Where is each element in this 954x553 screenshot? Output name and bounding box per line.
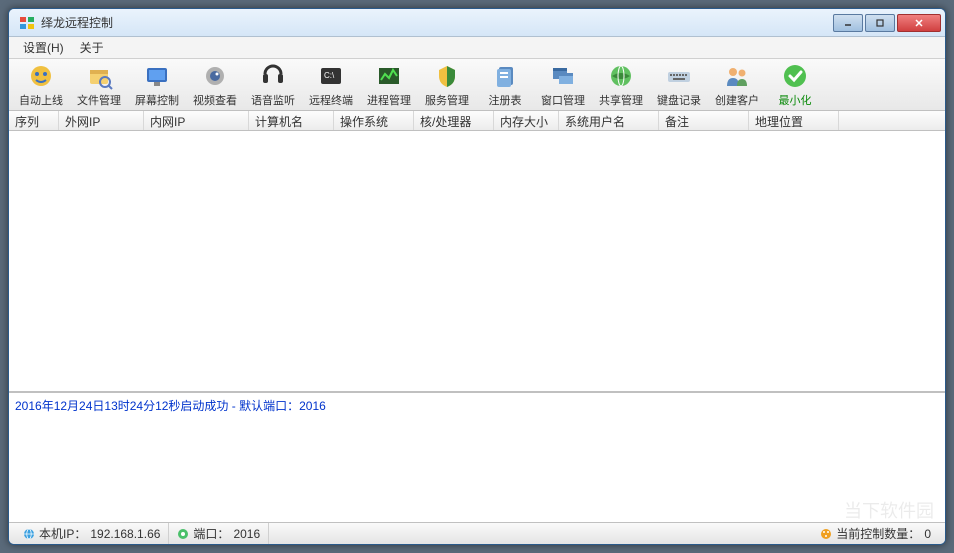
- tool-label: 窗口管理: [541, 92, 585, 108]
- port-value: 2016: [233, 527, 260, 541]
- maximize-button[interactable]: [865, 14, 895, 32]
- tool-minimize-app[interactable]: 最小化: [767, 61, 823, 109]
- tool-label: 进程管理: [367, 92, 411, 108]
- tool-label: 远程终端: [309, 92, 353, 108]
- tool-audio-listen[interactable]: 语音监听: [245, 61, 301, 109]
- status-local-ip: 本机IP： 192.168.1.66: [15, 523, 169, 544]
- window-buttons: [831, 14, 941, 32]
- column-header[interactable]: 备注: [659, 111, 749, 130]
- column-header[interactable]: 序列: [9, 111, 59, 130]
- tool-label: 注册表: [489, 92, 522, 108]
- minimize-app-icon: [781, 62, 809, 90]
- remote-terminal-icon: C:\: [317, 62, 345, 90]
- minimize-button[interactable]: [833, 14, 863, 32]
- tool-share-manager[interactable]: 共享管理: [593, 61, 649, 109]
- video-view-icon: [201, 62, 229, 90]
- menu-about[interactable]: 关于: [72, 37, 112, 58]
- column-header[interactable]: 地理位置: [749, 111, 839, 130]
- column-header[interactable]: 系统用户名: [559, 111, 659, 130]
- count-icon: [820, 528, 832, 540]
- list-header: 序列外网IP内网IP计算机名操作系统核/处理器内存大小系统用户名备注地理位置: [9, 111, 945, 131]
- tool-auto-online[interactable]: 自动上线: [13, 61, 69, 109]
- app-icon: [19, 15, 35, 31]
- tool-label: 屏幕控制: [135, 92, 179, 108]
- tool-window-manager[interactable]: 窗口管理: [535, 61, 591, 109]
- svg-text:C:\: C:\: [324, 71, 335, 80]
- column-header[interactable]: 内网IP: [144, 111, 249, 130]
- service-manager-icon: [433, 62, 461, 90]
- window-title: 绎龙远程控制: [41, 14, 831, 31]
- tool-video-view[interactable]: 视频查看: [187, 61, 243, 109]
- port-label: 端口：: [193, 525, 229, 542]
- toolbar: 自动上线文件管理屏幕控制视频查看语音监听 C:\ 远程终端进程管理服务管理 注册表 窗口…: [9, 59, 945, 111]
- tool-create-client[interactable]: 创建客户: [709, 61, 765, 109]
- close-button[interactable]: [897, 14, 941, 32]
- app-window: 绎龙远程控制 设置(H) 关于 自动上线文件管理屏幕控制视频查看语音监听 C:\ 远…: [8, 8, 946, 545]
- keylogger-icon: [665, 62, 693, 90]
- registry-icon: [491, 62, 519, 90]
- tool-file-manager[interactable]: 文件管理: [71, 61, 127, 109]
- tool-label: 自动上线: [19, 92, 63, 108]
- tool-remote-terminal[interactable]: C:\ 远程终端: [303, 61, 359, 109]
- create-client-icon: [723, 62, 751, 90]
- process-manager-icon: [375, 62, 403, 90]
- column-header[interactable]: 外网IP: [59, 111, 144, 130]
- menu-settings[interactable]: 设置(H): [15, 37, 72, 58]
- column-header[interactable]: 计算机名: [249, 111, 334, 130]
- tool-keylogger[interactable]: 键盘记录: [651, 61, 707, 109]
- column-header[interactable]: 内存大小: [494, 111, 559, 130]
- tool-label: 服务管理: [425, 92, 469, 108]
- column-header[interactable]: 操作系统: [334, 111, 414, 130]
- tool-label: 共享管理: [599, 92, 643, 108]
- log-panel[interactable]: 2016年12月24日13时24分12秒启动成功 - 默认端口：2016: [9, 392, 945, 522]
- audio-listen-icon: [259, 62, 287, 90]
- count-label: 当前控制数量：: [836, 525, 920, 542]
- list-body[interactable]: [9, 131, 945, 392]
- auto-online-icon: [27, 62, 55, 90]
- local-ip-label: 本机IP：: [39, 525, 86, 542]
- tool-label: 最小化: [779, 92, 812, 108]
- count-value: 0: [924, 527, 931, 541]
- tool-service-manager[interactable]: 服务管理: [419, 61, 475, 109]
- tool-screen-control[interactable]: 屏幕控制: [129, 61, 185, 109]
- status-port: 端口： 2016: [169, 523, 269, 544]
- menubar: 设置(H) 关于: [9, 37, 945, 59]
- column-header[interactable]: 核/处理器: [414, 111, 494, 130]
- tool-process-manager[interactable]: 进程管理: [361, 61, 417, 109]
- share-manager-icon: [607, 62, 635, 90]
- port-icon: [177, 528, 189, 540]
- globe-icon: [23, 528, 35, 540]
- tool-label: 键盘记录: [657, 92, 701, 108]
- tool-registry[interactable]: 注册表: [477, 61, 533, 109]
- log-line: 2016年12月24日13时24分12秒启动成功 - 默认端口：2016: [15, 397, 939, 414]
- tool-label: 创建客户: [715, 92, 759, 108]
- tool-label: 语音监听: [251, 92, 295, 108]
- screen-control-icon: [143, 62, 171, 90]
- statusbar: 本机IP： 192.168.1.66 端口： 2016 当前控制数量： 0: [9, 522, 945, 544]
- window-manager-icon: [549, 62, 577, 90]
- titlebar: 绎龙远程控制: [9, 9, 945, 37]
- tool-label: 文件管理: [77, 92, 121, 108]
- file-manager-icon: [85, 62, 113, 90]
- status-count: 当前控制数量： 0: [812, 523, 939, 544]
- local-ip-value: 192.168.1.66: [90, 527, 160, 541]
- tool-label: 视频查看: [193, 92, 237, 108]
